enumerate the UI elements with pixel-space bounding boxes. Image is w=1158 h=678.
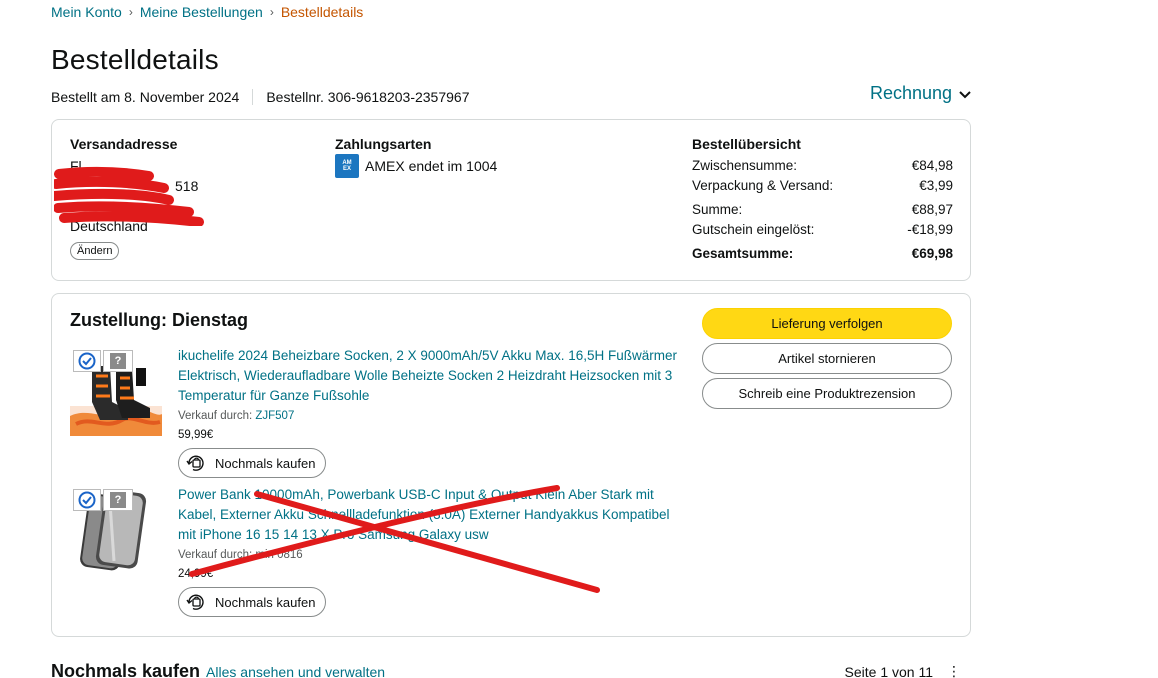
buy-again-section: Nochmals kaufen Alles ansehen und verwal… bbox=[51, 661, 971, 678]
view-all-link[interactable]: Alles ansehen und verwalten bbox=[206, 664, 385, 678]
product-image-socks[interactable]: ? bbox=[70, 346, 162, 436]
invoice-label: Rechnung bbox=[870, 83, 953, 103]
summary-label: Gutschein eingelöst: bbox=[692, 222, 815, 237]
amex-card-icon: AM EX bbox=[335, 154, 359, 178]
payment-row: AM EX AMEX endet im 1004 bbox=[335, 154, 635, 178]
breadcrumb-my-orders[interactable]: Meine Bestellungen bbox=[140, 4, 263, 20]
summary-value: €88,97 bbox=[911, 202, 953, 217]
buy-again-label: Nochmals kaufen bbox=[215, 455, 316, 471]
item-price: 59,99€ bbox=[178, 429, 214, 441]
write-review-button[interactable]: Schreib eine Produktrezension bbox=[702, 378, 952, 409]
seller-link[interactable]: ZJF507 bbox=[255, 410, 294, 422]
breadcrumb: Mein Konto › Meine Bestellungen › Bestel… bbox=[51, 4, 363, 20]
shipping-address: Versandadresse Fl 518 Deutschland Ändern bbox=[54, 136, 310, 260]
summary-value: €69,98 bbox=[911, 246, 953, 261]
change-address-button[interactable]: Ändern bbox=[70, 242, 120, 260]
chevron-down-icon bbox=[959, 90, 971, 98]
order-meta: Bestellt am 8. November 2024 Bestellnr. … bbox=[51, 89, 470, 105]
payment-methods: Zahlungsarten AM EX AMEX endet im 1004 bbox=[335, 136, 635, 178]
check-icon[interactable] bbox=[73, 489, 101, 511]
question-icon[interactable]: ? bbox=[103, 350, 133, 372]
summary-value: €84,98 bbox=[911, 158, 953, 173]
seller-prefix: Verkauf durch: bbox=[178, 410, 256, 422]
meta-divider bbox=[252, 89, 254, 105]
redaction-scribble bbox=[54, 166, 204, 226]
track-delivery-button[interactable]: Lieferung verfolgen bbox=[702, 308, 952, 339]
buy-again-label: Nochmals kaufen bbox=[215, 594, 316, 610]
page-title: Bestelldetails bbox=[51, 44, 219, 75]
item-seller: Verkauf durch: ZJF507 bbox=[178, 408, 688, 424]
breadcrumb-current: Bestelldetails bbox=[280, 4, 364, 20]
image-badges: ? bbox=[73, 350, 133, 372]
breadcrumb-my-account[interactable]: Mein Konto bbox=[51, 4, 122, 20]
item-details: Power Bank 10000mAh, Powerbank USB-C Inp… bbox=[178, 485, 688, 618]
buy-again-button[interactable]: Nochmals kaufen bbox=[178, 587, 327, 617]
breadcrumb-separator: › bbox=[128, 5, 133, 19]
buy-again-icon bbox=[186, 455, 204, 471]
item-price: 24,99€ bbox=[178, 568, 214, 580]
payment-card-text: AMEX endet im 1004 bbox=[365, 158, 498, 174]
image-badges: ? bbox=[73, 489, 133, 511]
shipping-address-heading: Versandadresse bbox=[70, 136, 178, 152]
item-details: ikuchelife 2024 Beheizbare Socken, 2 X 9… bbox=[178, 346, 688, 479]
buy-again-icon bbox=[186, 594, 204, 610]
payment-heading: Zahlungsarten bbox=[335, 136, 432, 152]
summary-value: €3,99 bbox=[919, 178, 953, 193]
summary-rows: Zwischensumme: €84,98 Verpackung & Versan… bbox=[692, 156, 953, 264]
cancel-items-button[interactable]: Artikel stornieren bbox=[702, 343, 952, 374]
order-number: Bestellnr. 306-9618203-2357967 bbox=[266, 89, 470, 105]
buy-again-section-title: Nochmals kaufen bbox=[51, 661, 201, 678]
summary-label: Verpackung & Versand: bbox=[692, 178, 834, 193]
order-summary: Bestellübersicht Zwischensumme: €84,98 Ve… bbox=[692, 136, 953, 264]
summary-row-total: Gesamtsumme: €69,98 bbox=[692, 244, 953, 264]
pager-text: Seite 1 von 11 bbox=[844, 663, 933, 678]
item-title-link[interactable]: ikuchelife 2024 Beheizbare Socken, 2 X 9… bbox=[178, 346, 688, 406]
summary-value: -€18,99 bbox=[907, 222, 953, 237]
breadcrumb-separator: › bbox=[269, 5, 274, 19]
check-icon[interactable] bbox=[73, 350, 101, 372]
question-icon[interactable]: ? bbox=[103, 489, 133, 511]
shipment-card: Zustellung: Dienstag Lieferung verfolgen… bbox=[51, 293, 971, 637]
summary-row-sum: Summe: €88,97 bbox=[692, 200, 953, 220]
buy-again-button[interactable]: Nochmals kaufen bbox=[178, 448, 327, 478]
product-image-powerbank[interactable]: ? bbox=[70, 485, 162, 575]
summary-row-voucher: Gutschein eingelöst: -€18,99 bbox=[692, 220, 953, 240]
invoice-dropdown[interactable]: Rechnung bbox=[870, 83, 972, 104]
summary-label: Zwischensumme: bbox=[692, 158, 798, 173]
order-info-card: Versandadresse Fl 518 Deutschland Ändern… bbox=[51, 119, 971, 281]
address-lines: Fl 518 Deutschland bbox=[54, 156, 310, 236]
summary-heading: Bestellübersicht bbox=[692, 136, 801, 152]
more-options-icon[interactable]: ⋮ bbox=[947, 663, 961, 678]
order-date: Bestellt am 8. November 2024 bbox=[51, 89, 240, 105]
delivery-title: Zustellung: Dienstag bbox=[70, 310, 249, 330]
seller-name[interactable]: min 0816 bbox=[255, 549, 302, 561]
summary-label: Summe: bbox=[692, 202, 743, 217]
item-seller: Verkauf durch: min 0816 bbox=[178, 547, 688, 563]
summary-label: Gesamtsumme: bbox=[692, 246, 794, 261]
summary-row-shipping: Verpackung & Versand: €3,99 bbox=[692, 176, 953, 196]
item-title-link[interactable]: Power Bank 10000mAh, Powerbank USB-C Inp… bbox=[178, 485, 688, 545]
summary-row-subtotal: Zwischensumme: €84,98 bbox=[692, 156, 953, 176]
pager: Seite 1 von 11 ⋮ bbox=[845, 663, 961, 678]
seller-prefix: Verkauf durch: bbox=[178, 549, 256, 561]
